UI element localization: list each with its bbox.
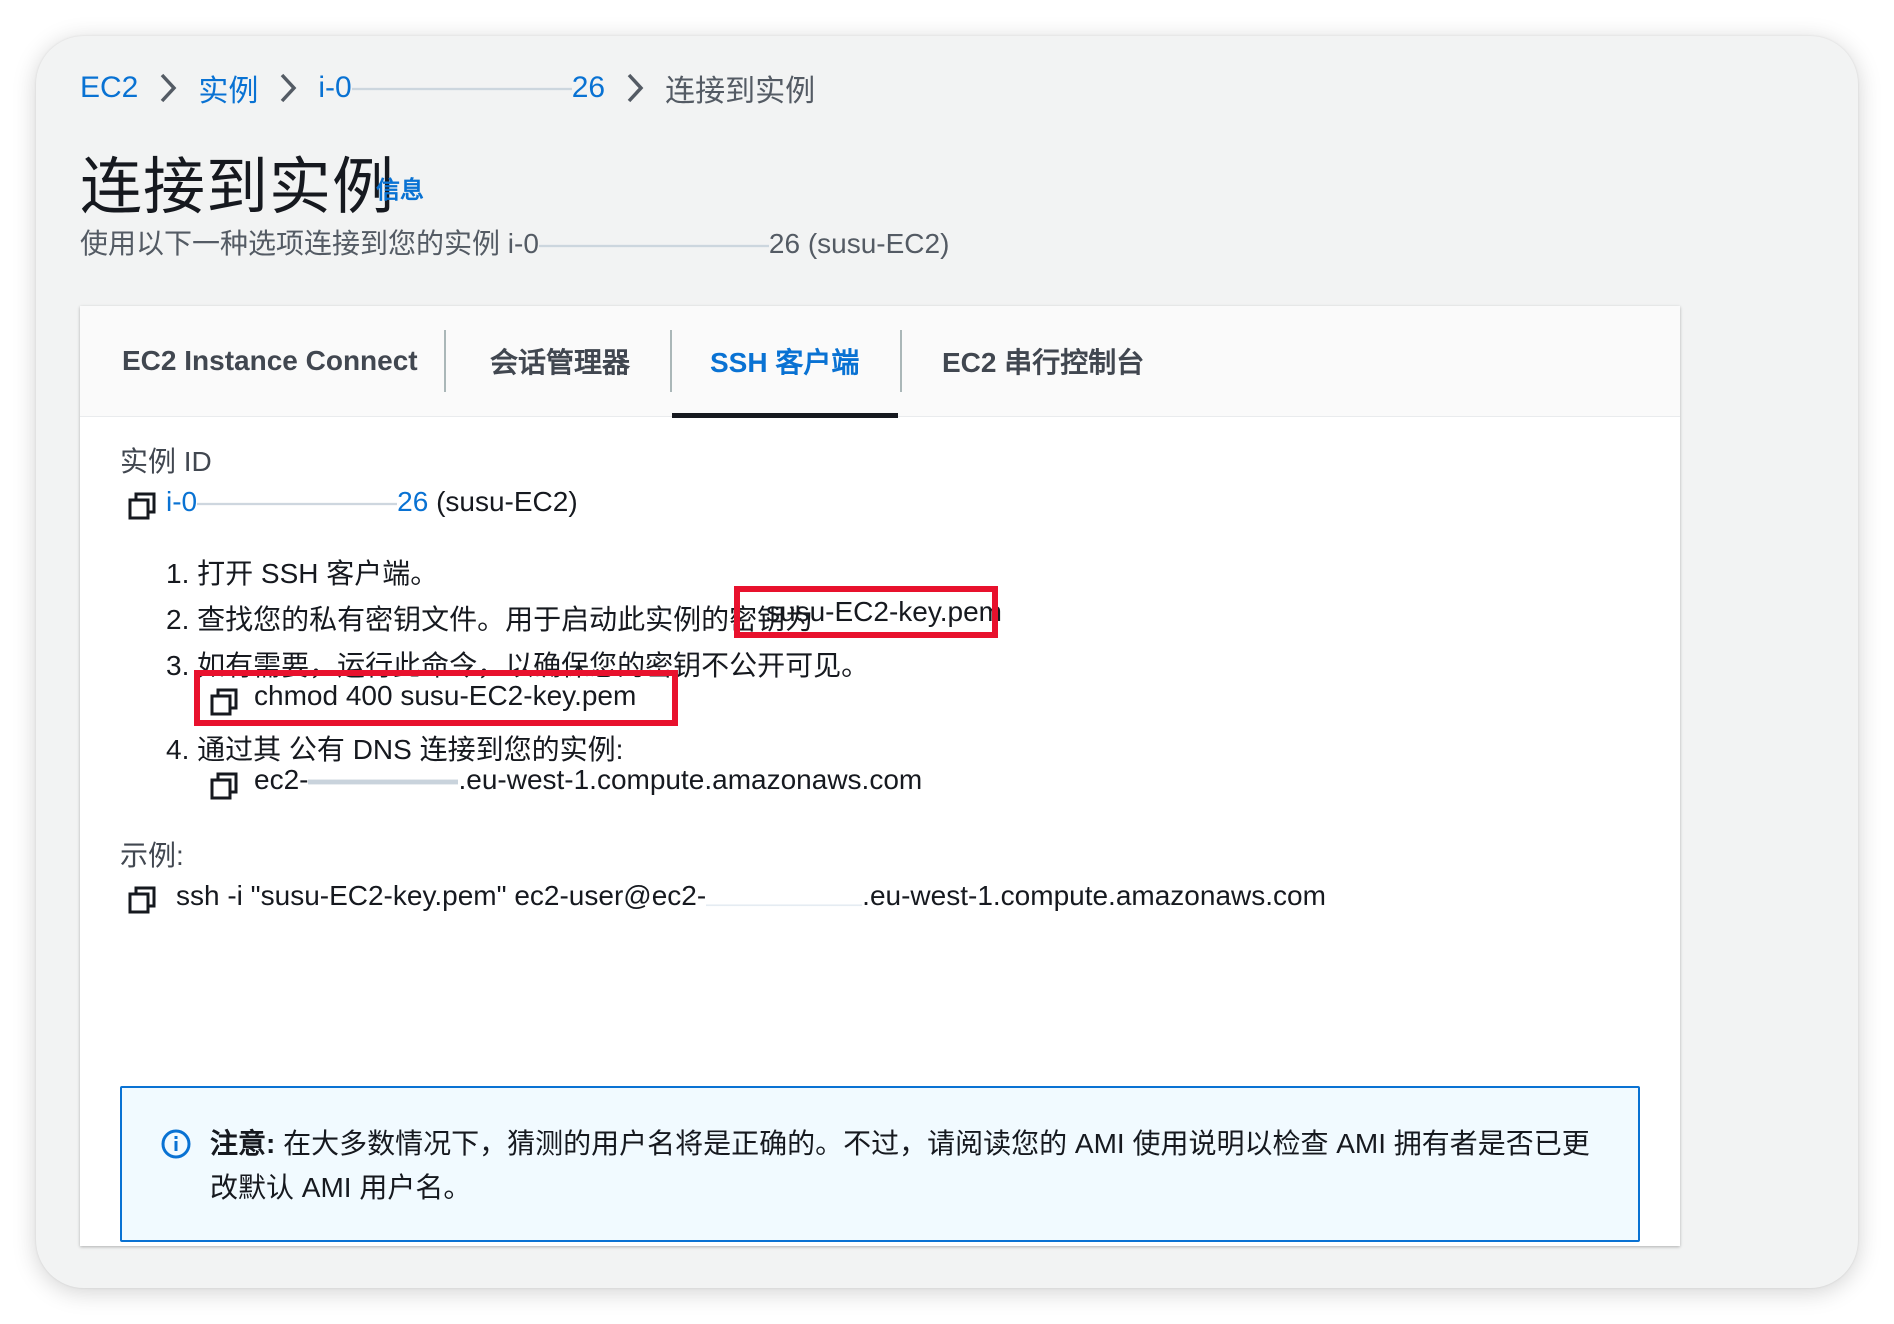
tab-label: EC2 Instance Connect (122, 345, 418, 376)
page-subtitle: 使用以下一种选项连接到您的实例 i-0 26 (susu-EC2) (80, 222, 949, 262)
step-4-dns: ec2- .eu-west-1.compute.amazonaws.com (254, 764, 922, 797)
copy-icon[interactable] (128, 886, 156, 914)
redaction-mark (706, 882, 863, 913)
subtitle-prefix: 使用以下一种选项连接到您的实例 i-0 (80, 228, 539, 259)
chevron-right-icon (627, 73, 644, 103)
chevron-right-icon (161, 73, 177, 103)
tab-label: SSH 客户端 (710, 347, 860, 378)
tab-ssh-client[interactable]: SSH 客户端 (710, 306, 859, 416)
tab-divider (670, 330, 672, 392)
instance-id-label: 实例 ID (120, 446, 212, 477)
instance-id-prefix: i-0 (166, 486, 198, 517)
info-link[interactable]: 信息 (376, 170, 424, 205)
chevron-right-icon (281, 73, 297, 103)
redaction-mark (351, 74, 572, 105)
tab-divider (444, 330, 446, 392)
breadcrumb-instance-id-prefix: i-0 (318, 71, 352, 104)
tab-ec2-instance-connect[interactable]: EC2 Instance Connect (122, 306, 418, 416)
breadcrumb-current: 连接到实例 (665, 75, 816, 108)
info-alert-text: 注意: 在大多数情况下，猜测的用户名将是正确的。不过，请阅读您的 AMI 使用说… (210, 1122, 1600, 1210)
breadcrumb: EC2 实例 i-0 26 连接到实例 (80, 58, 815, 118)
dns-prefix: ec2- (254, 764, 309, 795)
dns-suffix: .eu-west-1.compute.amazonaws.com (458, 764, 923, 795)
tab-label: EC2 串行控制台 (942, 347, 1145, 378)
redaction-mark (197, 488, 398, 519)
example-cmd-prefix: ssh -i "susu-EC2-key.pem" ec2-user@ec2- (176, 880, 707, 911)
info-alert: 注意: 在大多数情况下，猜测的用户名将是正确的。不过，请阅读您的 AMI 使用说… (120, 1086, 1640, 1242)
redaction-mark (538, 230, 769, 261)
active-tab-indicator (672, 413, 898, 418)
info-alert-strong: 注意: (210, 1128, 276, 1159)
breadcrumb-instance-id-suffix: 26 (571, 71, 606, 104)
example-cmd-suffix: .eu-west-1.compute.amazonaws.com (862, 880, 1326, 911)
step-1: 1. 打开 SSH 客户端。 (166, 558, 439, 589)
breadcrumb-instance-id-link[interactable]: i-0 26 (318, 71, 605, 105)
tab-bar: EC2 Instance Connect 会话管理器 SSH 客户端 EC2 串… (80, 306, 1680, 418)
tab-divider (900, 330, 902, 392)
page-title: 连接到实例 (80, 153, 396, 222)
info-alert-body: 在大多数情况下，猜测的用户名将是正确的。不过，请阅读您的 AMI 使用说明以检查… (210, 1128, 1590, 1203)
example-command: ssh -i "susu-EC2-key.pem" ec2-user@ec2-.… (176, 880, 1326, 913)
connect-panel: EC2 Instance Connect 会话管理器 SSH 客户端 EC2 串… (80, 306, 1680, 1246)
breadcrumb-ec2-link[interactable]: EC2 (80, 71, 138, 105)
tab-session-manager[interactable]: 会话管理器 (490, 306, 630, 416)
example-label: 示例: (120, 840, 184, 871)
info-icon (161, 1129, 191, 1159)
breadcrumb-instances-link[interactable]: 实例 (198, 66, 258, 110)
step-4: 4. 通过其 公有 DNS 连接到您的实例: (166, 734, 624, 765)
instance-id-suffix: 26 (397, 486, 429, 517)
highlight-box-chmod (194, 670, 678, 726)
step-2: 2. 查找您的私有密钥文件。用于启动此实例的密钥为 (166, 604, 814, 635)
instance-id-value: i-0 26 (susu-EC2) (166, 486, 578, 519)
redaction-mark (308, 766, 459, 797)
browser-window: EC2 实例 i-0 26 连接到实例 连接到实例 信息 使用以下一种选项连接到您… (36, 36, 1858, 1288)
subtitle-suffix: 26 (susu-EC2) (768, 228, 950, 259)
copy-icon[interactable] (210, 772, 238, 800)
highlight-box-key (734, 586, 998, 638)
instance-name: (susu-EC2) (436, 486, 578, 517)
instance-id-link[interactable]: i-0 26 (166, 486, 429, 519)
copy-icon[interactable] (128, 492, 156, 520)
tab-ec2-serial-console[interactable]: EC2 串行控制台 (942, 306, 1144, 416)
tab-label: 会话管理器 (490, 347, 631, 378)
